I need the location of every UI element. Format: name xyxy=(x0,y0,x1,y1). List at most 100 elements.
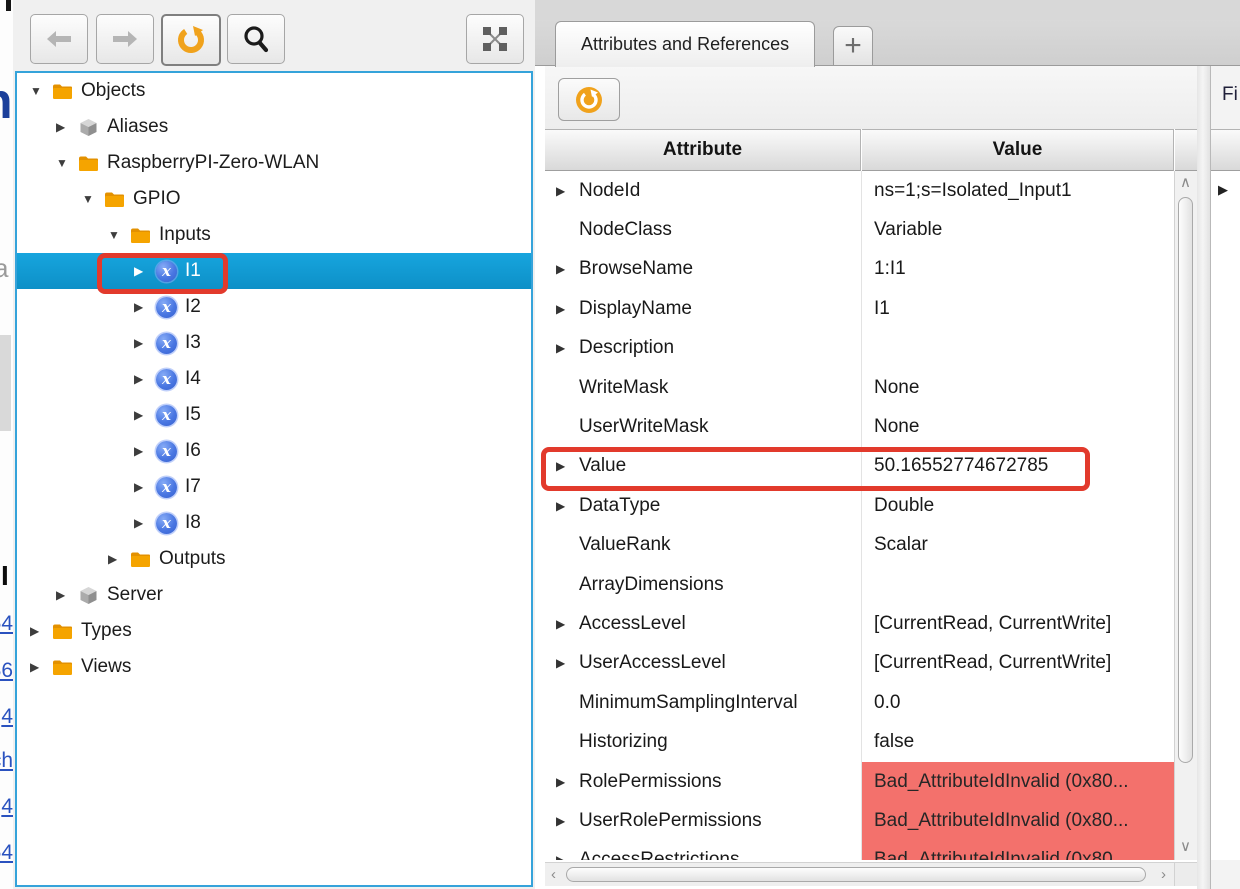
attribute-row-writemask[interactable]: WriteMaskNone xyxy=(545,368,1174,407)
tree-item-i5[interactable]: ▶xI5 xyxy=(17,397,531,433)
expand-arrow-icon[interactable]: ▶ xyxy=(556,341,579,355)
attribute-row-userwritemask[interactable]: UserWriteMaskNone xyxy=(545,407,1174,446)
tree-item-inputs[interactable]: ▼ Inputs xyxy=(17,217,531,253)
attribute-row-datatype[interactable]: ▶DataTypeDouble xyxy=(545,486,1174,525)
tree-item-aliases[interactable]: ▶ Aliases xyxy=(17,109,531,145)
cube-icon xyxy=(78,585,99,606)
tree-item-label: I6 xyxy=(185,440,201,462)
tree-item-raspberrypi-zero-wlan[interactable]: ▼ RaspberryPI-Zero-WLAN xyxy=(17,145,531,181)
expand-arrow-icon[interactable]: ▶ xyxy=(556,262,579,276)
expand-arrow-icon[interactable]: ▶ xyxy=(134,516,151,530)
expand-arrow-icon[interactable]: ▶ xyxy=(108,552,125,566)
tree-item-outputs[interactable]: ▶ Outputs xyxy=(17,541,531,577)
expand-arrow-icon[interactable]: ▶ xyxy=(134,480,151,494)
tree-item-types[interactable]: ▶ Types xyxy=(17,613,531,649)
horizontal-scrollbar[interactable]: ‹ › xyxy=(545,862,1174,886)
vertical-scrollbar[interactable]: ∧ ∨ xyxy=(1174,171,1197,860)
attribute-row-nodeclass[interactable]: NodeClassVariable xyxy=(545,210,1174,249)
expand-arrow-icon[interactable]: ▶ xyxy=(56,588,73,602)
tree-item-gpio[interactable]: ▼ GPIO xyxy=(17,181,531,217)
back-button[interactable] xyxy=(30,14,88,64)
collapse-arrow-icon[interactable]: ▼ xyxy=(82,192,99,206)
attribute-row-browsename[interactable]: ▶BrowseName1:I1 xyxy=(545,250,1174,289)
tree-item-i7[interactable]: ▶xI7 xyxy=(17,469,531,505)
tree-item-i1[interactable]: ▶xI1 xyxy=(17,253,531,289)
expand-arrow-icon[interactable]: ▶ xyxy=(556,853,579,860)
collapse-arrow-icon[interactable]: ▼ xyxy=(30,84,47,98)
attributes-refresh-button[interactable] xyxy=(558,78,620,121)
tree-item-i3[interactable]: ▶xI3 xyxy=(17,325,531,361)
attribute-name: UserWriteMask xyxy=(579,416,709,438)
attribute-row-description[interactable]: ▶Description xyxy=(545,329,1174,368)
attribute-row-useraccesslevel[interactable]: ▶UserAccessLevel[CurrentRead, CurrentWri… xyxy=(545,644,1174,683)
attribute-row-rolepermissions[interactable]: ▶RolePermissionsBad_AttributeIdInvalid (… xyxy=(545,762,1174,801)
expand-arrow-icon[interactable]: ▶ xyxy=(30,660,47,674)
attribute-row-historizing[interactable]: Historizingfalse xyxy=(545,722,1174,761)
tree-item-views[interactable]: ▶ Views xyxy=(17,649,531,685)
attribute-row-nodeid[interactable]: ▶NodeIdns=1;s=Isolated_Input1 xyxy=(545,171,1174,210)
column-header-value[interactable]: Value xyxy=(862,129,1174,171)
folder-icon xyxy=(104,189,125,210)
tree-item-server[interactable]: ▶ Server xyxy=(17,577,531,613)
tree-item-label: RaspberryPI-Zero-WLAN xyxy=(107,152,319,174)
refresh-icon xyxy=(176,25,206,55)
expand-arrow-icon[interactable]: ▶ xyxy=(134,444,151,458)
scroll-up-icon[interactable]: ∧ xyxy=(1180,175,1191,190)
search-button[interactable] xyxy=(227,14,285,64)
tree-item-i8[interactable]: ▶xI8 xyxy=(17,505,531,541)
expand-arrow-icon[interactable]: ▶ xyxy=(56,120,73,134)
dock-splitter[interactable] xyxy=(1197,66,1210,889)
attribute-value xyxy=(861,329,1174,368)
tree-item-i2[interactable]: ▶xI2 xyxy=(17,289,531,325)
expand-arrow-icon[interactable]: ▶ xyxy=(30,624,47,638)
background-image-fragment xyxy=(0,335,11,431)
tree-item-i6[interactable]: ▶xI6 xyxy=(17,433,531,469)
forward-button[interactable] xyxy=(96,14,154,64)
expand-arrow-icon[interactable]: ▶ xyxy=(556,814,579,828)
attribute-row-accessrestrictions[interactable]: ▶AccessRestrictionsBad_AttributeIdInvali… xyxy=(545,841,1174,860)
expand-arrow-icon[interactable]: ▶ xyxy=(134,264,151,278)
expand-arrow-icon[interactable]: ▶ xyxy=(134,300,151,314)
attribute-row-value[interactable]: ▶Value50.16552774672785 xyxy=(545,447,1174,486)
forward-icon xyxy=(112,30,138,48)
attribute-row-arraydimensions[interactable]: ArrayDimensions xyxy=(545,565,1174,604)
scroll-left-icon[interactable]: ‹ xyxy=(551,867,556,882)
expand-arrow-icon[interactable]: ▶ xyxy=(556,656,579,670)
tree-item-i4[interactable]: ▶xI4 xyxy=(17,361,531,397)
column-header-attribute[interactable]: Attribute xyxy=(545,129,861,171)
scroll-down-icon[interactable]: ∨ xyxy=(1180,839,1191,854)
expand-arrow-icon[interactable]: ▶ xyxy=(556,459,579,473)
attribute-row-valuerank[interactable]: ValueRankScalar xyxy=(545,526,1174,565)
highlight-button[interactable] xyxy=(466,14,524,64)
attribute-row-minimumsamplinginterval[interactable]: MinimumSamplingInterval0.0 xyxy=(545,683,1174,722)
attribute-row-displayname[interactable]: ▶DisplayNameI1 xyxy=(545,289,1174,328)
folder-icon xyxy=(130,225,151,246)
attribute-name: ArrayDimensions xyxy=(579,574,724,596)
window-top-strip xyxy=(535,0,1240,20)
expand-arrow-icon[interactable]: ▶ xyxy=(556,184,579,198)
expand-arrow-icon[interactable]: ▶ xyxy=(134,408,151,422)
clipped-panel-body xyxy=(1211,171,1240,860)
attribute-row-accesslevel[interactable]: ▶AccessLevel[CurrentRead, CurrentWrite] xyxy=(545,604,1174,643)
expand-arrow-icon[interactable]: ▶ xyxy=(556,302,579,316)
horizontal-scrollbar-thumb[interactable] xyxy=(566,867,1146,882)
scroll-right-icon[interactable]: › xyxy=(1161,867,1166,882)
tree-item-label: Types xyxy=(81,620,132,642)
refresh-button[interactable] xyxy=(161,14,221,66)
expand-arrow-icon[interactable]: ▶ xyxy=(556,499,579,513)
expand-arrow-icon[interactable]: ▶ xyxy=(134,372,151,386)
tab-attributes-and-references[interactable]: Attributes and References xyxy=(555,21,815,67)
expand-arrow-icon[interactable]: ▶ xyxy=(556,617,579,631)
attribute-value: ns=1;s=Isolated_Input1 xyxy=(861,171,1174,210)
expand-arrow-icon[interactable]: ▶ xyxy=(134,336,151,350)
attribute-name: AccessLevel xyxy=(579,613,686,635)
variable-icon: x xyxy=(156,405,177,426)
expand-arrow-icon[interactable]: ▶ xyxy=(556,775,579,789)
collapse-arrow-icon[interactable]: ▼ xyxy=(56,156,73,170)
attribute-row-userrolepermissions[interactable]: ▶UserRolePermissionsBad_AttributeIdInval… xyxy=(545,801,1174,840)
collapse-arrow-icon[interactable]: ▼ xyxy=(108,228,125,242)
tree-item-objects[interactable]: ▼ Objects xyxy=(17,73,531,109)
vertical-scrollbar-thumb[interactable] xyxy=(1178,197,1193,763)
tree-item-label: I2 xyxy=(185,296,201,318)
add-tab-button[interactable]: + xyxy=(833,26,873,66)
